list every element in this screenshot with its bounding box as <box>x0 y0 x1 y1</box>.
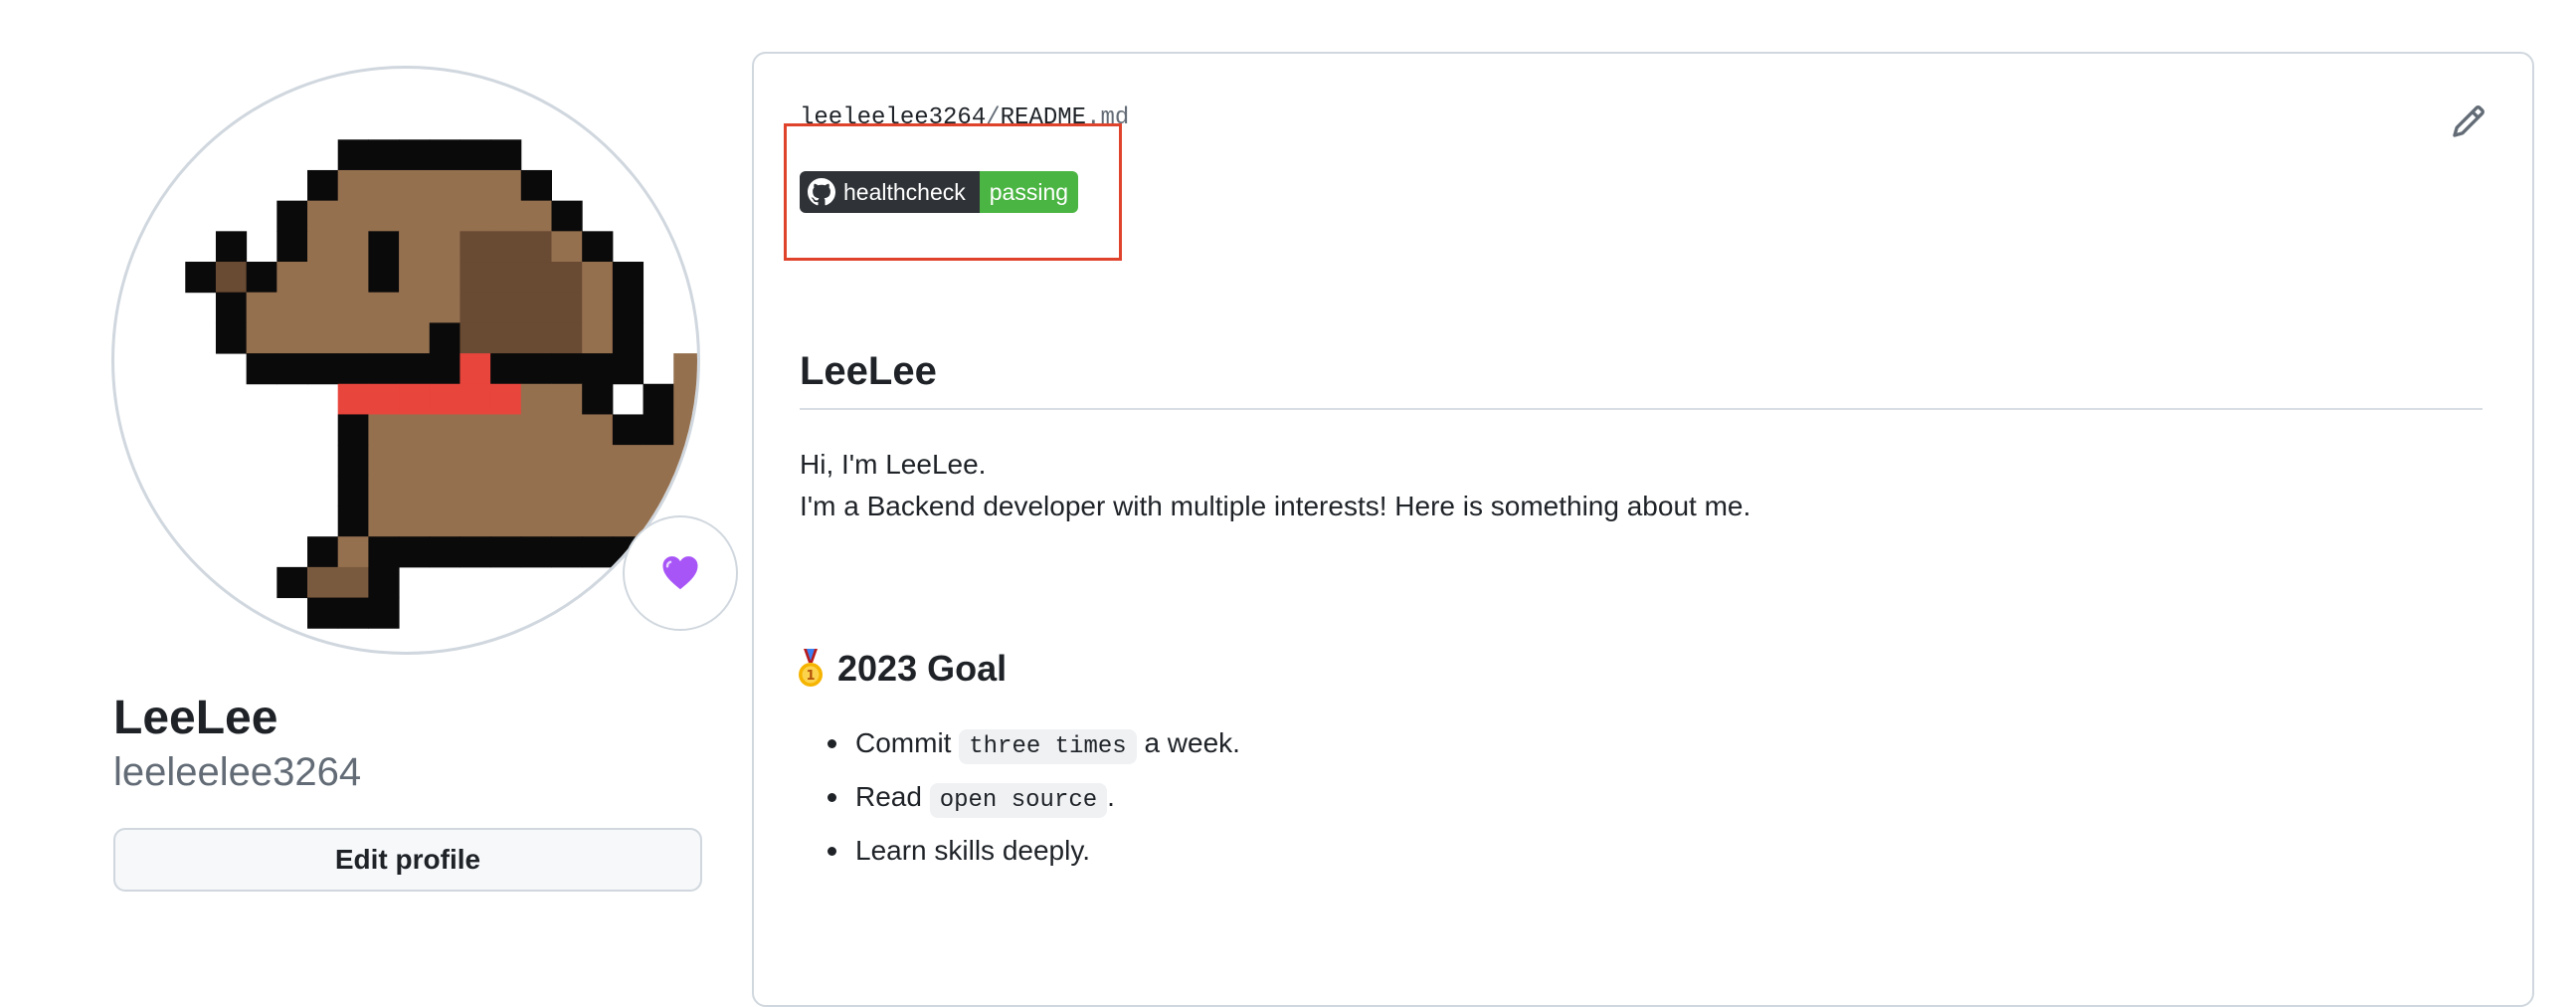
edit-profile-button[interactable]: Edit profile <box>113 828 702 892</box>
goal-text: . <box>1107 781 1115 812</box>
readme-heading: LeeLee <box>800 344 2483 410</box>
goal-heading-text: 2023 Goal <box>837 648 1008 689</box>
inline-code: open source <box>929 783 1108 818</box>
inline-code: three times <box>959 729 1137 764</box>
purple-heart-icon <box>662 556 698 590</box>
avatar-container <box>111 66 738 659</box>
svg-text:1: 1 <box>806 669 815 684</box>
list-item: Commit three times a week. <box>826 722 1240 768</box>
edit-readme-button[interactable] <box>2451 103 2486 139</box>
highlight-box <box>784 123 1122 261</box>
avatar[interactable] <box>111 66 700 655</box>
intro-line-1: Hi, I'm LeeLee. <box>800 449 987 480</box>
list-item: Learn skills deeply. <box>826 830 1240 872</box>
medal-icon: 1 <box>796 649 826 689</box>
list-item: Read open source. <box>826 776 1240 822</box>
profile-login: leeleelee3264 <box>113 750 362 794</box>
goal-text: a week. <box>1136 727 1240 758</box>
goal-text: Read <box>855 781 930 812</box>
goal-list: Commit three times a week. Read open sou… <box>826 722 1240 880</box>
goal-heading: 1 2023 Goal <box>796 645 1007 693</box>
pixel-dog-image <box>185 139 697 629</box>
intro-line-2: I'm a Backend developer with multiple in… <box>800 491 1751 521</box>
goal-text: Learn skills deeply. <box>855 835 1091 866</box>
pencil-icon <box>2453 105 2484 137</box>
status-button[interactable] <box>623 515 738 631</box>
profile-name: LeeLee <box>113 692 278 744</box>
goal-text: Commit <box>855 727 960 758</box>
